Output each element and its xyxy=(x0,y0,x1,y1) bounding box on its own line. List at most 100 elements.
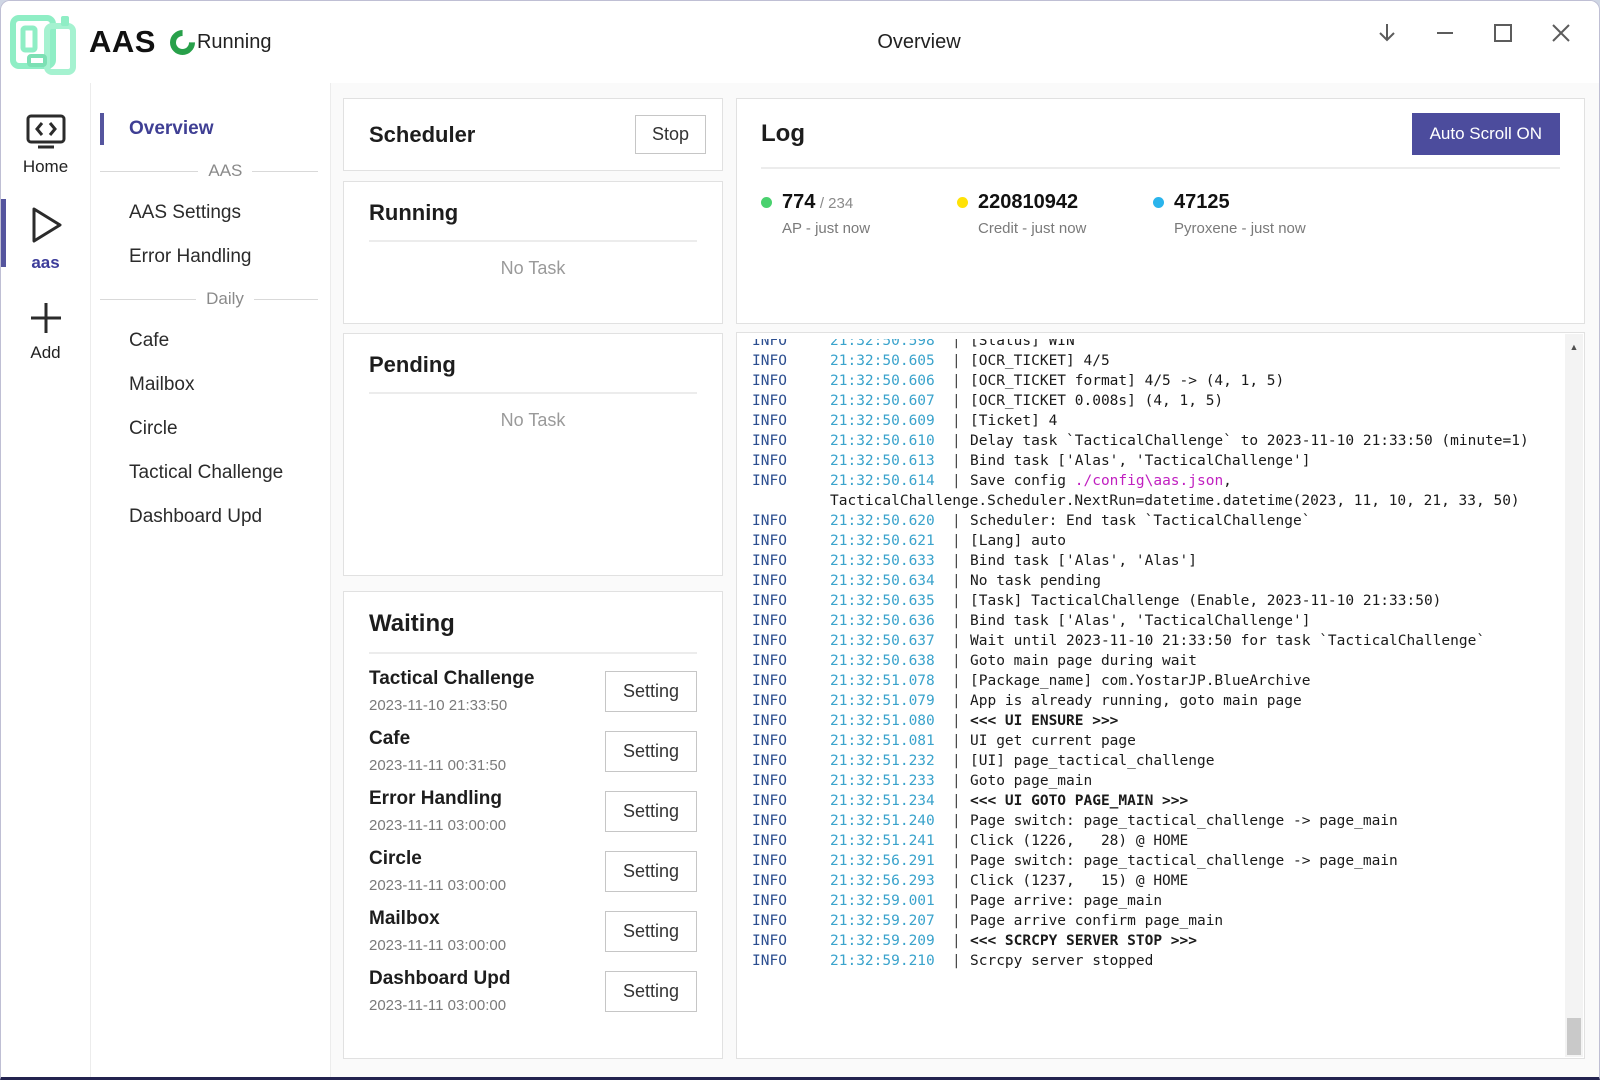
log-line: INFO21:32:51.233|Goto page_main xyxy=(752,771,1556,791)
nav-item-label: Tactical Challenge xyxy=(129,462,283,483)
log-separator: | xyxy=(952,611,970,631)
log-card: Log Auto Scroll ON 774 / 234 AP - just n… xyxy=(736,98,1585,324)
log-timestamp: 21:32:51.080 xyxy=(830,711,952,731)
log-level: INFO xyxy=(752,391,830,411)
log-level: INFO xyxy=(752,431,830,451)
log-level: INFO xyxy=(752,411,830,431)
rail-item-home[interactable]: Home xyxy=(1,101,90,191)
log-message: Goto main page during wait xyxy=(970,653,1197,669)
log-scrollbar[interactable]: ▲ xyxy=(1565,334,1583,1057)
page-title: Overview xyxy=(877,31,960,54)
log-message: [Status] WIN xyxy=(970,339,1075,349)
log-message: [Package_name] com.YostarJP.BlueArchive xyxy=(970,673,1310,689)
nav-item-circle[interactable]: Circle xyxy=(91,407,330,451)
log-message: Scrcpy server stopped xyxy=(970,953,1153,969)
log-line: INFO21:32:50.614|Save config ./config\aa… xyxy=(752,471,1556,511)
app-window: AAS Running Overview xyxy=(0,0,1600,1080)
waiting-task-next-run: 2023-11-11 03:00:00 xyxy=(369,877,506,894)
log-separator: | xyxy=(952,431,970,451)
log-timestamp: 21:32:51.233 xyxy=(830,771,952,791)
task-setting-button[interactable]: Setting xyxy=(605,851,697,892)
scheduler-stop-button[interactable]: Stop xyxy=(635,115,706,154)
log-timestamp: 21:32:59.207 xyxy=(830,911,952,931)
log-level: INFO xyxy=(752,771,830,791)
log-separator: | xyxy=(952,831,970,851)
log-message: Delay task `TacticalChallenge` to 2023-1… xyxy=(970,433,1529,449)
close-button[interactable] xyxy=(1541,15,1581,51)
log-timestamp: 21:32:50.598 xyxy=(830,339,952,351)
rail-item-add[interactable]: Add xyxy=(1,287,90,377)
log-timestamp: 21:32:51.240 xyxy=(830,811,952,831)
log-separator: | xyxy=(952,339,970,351)
scrollbar-thumb[interactable] xyxy=(1567,1018,1581,1055)
log-timestamp: 21:32:50.638 xyxy=(830,651,952,671)
log-separator: | xyxy=(952,371,970,391)
down-arrow-icon xyxy=(1375,21,1399,45)
waiting-task-row: Cafe 2023-11-11 00:31:50 Setting xyxy=(369,728,697,774)
divider xyxy=(761,167,1560,169)
stat-dot-icon xyxy=(761,197,772,208)
log-timestamp: 21:32:50.621 xyxy=(830,531,952,551)
log-message: [OCR_TICKET 0.008s] (4, 1, 5) xyxy=(970,393,1223,409)
log-separator: | xyxy=(952,631,970,651)
log-level: INFO xyxy=(752,651,830,671)
log-separator: | xyxy=(952,551,970,571)
log-message: Page switch: page_tactical_challenge -> … xyxy=(970,813,1398,829)
log-timestamp: 21:32:51.234 xyxy=(830,791,952,811)
log-line: INFO21:32:50.605|[OCR_TICKET] 4/5 xyxy=(752,351,1556,371)
task-setting-button[interactable]: Setting xyxy=(605,791,697,832)
nav-item-dashboard-upd[interactable]: Dashboard Upd xyxy=(91,495,330,539)
log-timestamp: 21:32:50.606 xyxy=(830,371,952,391)
log-message: Bind task ['Alas', 'Alas'] xyxy=(970,553,1197,569)
log-timestamp: 21:32:59.210 xyxy=(830,951,952,971)
maximize-button[interactable] xyxy=(1483,15,1523,51)
task-setting-button[interactable]: Setting xyxy=(605,971,697,1012)
play-icon xyxy=(26,203,66,247)
waiting-task-info: Cafe 2023-11-11 00:31:50 xyxy=(369,728,506,774)
log-line: INFO21:32:51.232|[UI] page_tactical_chal… xyxy=(752,751,1556,771)
log-timestamp: 21:32:51.241 xyxy=(830,831,952,851)
nav-item-overview[interactable]: Overview xyxy=(91,107,330,151)
log-level: INFO xyxy=(752,951,830,971)
nav-item-tactical-challenge[interactable]: Tactical Challenge xyxy=(91,451,330,495)
auto-scroll-toggle-button[interactable]: Auto Scroll ON xyxy=(1412,113,1560,155)
rail-item-label: Add xyxy=(30,343,60,363)
task-setting-button[interactable]: Setting xyxy=(605,731,697,772)
running-title: Running xyxy=(369,200,458,225)
task-setting-button[interactable]: Setting xyxy=(605,671,697,712)
log-separator: | xyxy=(952,811,970,831)
rail-item-aas[interactable]: aas xyxy=(1,191,90,287)
log-message: Page switch: page_tactical_challenge -> … xyxy=(970,853,1398,869)
app-name: AAS xyxy=(89,24,156,60)
minimize-icon xyxy=(1434,22,1456,44)
log-line: INFO21:32:51.241|Click (1226, 28) @ HOME xyxy=(752,831,1556,851)
waiting-task-next-run: 2023-11-11 03:00:00 xyxy=(369,817,506,834)
log-scroll-area: INFO21:32:50.598|[Status] WIN INFO21:32:… xyxy=(752,339,1556,1054)
log-line: INFO21:32:56.291|Page switch: page_tacti… xyxy=(752,851,1556,871)
divider xyxy=(369,652,697,654)
log-level: INFO xyxy=(752,811,830,831)
close-icon xyxy=(1550,22,1572,44)
log-level: INFO xyxy=(752,551,830,571)
nav-item-aas-settings[interactable]: AAS Settings xyxy=(91,191,330,235)
nav-item-label: Mailbox xyxy=(129,374,194,395)
minimize-button[interactable] xyxy=(1425,15,1465,51)
waiting-task-name: Tactical Challenge xyxy=(369,668,534,690)
hide-window-button[interactable] xyxy=(1367,15,1407,51)
log-line: INFO21:32:50.635|[Task] TacticalChalleng… xyxy=(752,591,1556,611)
nav-item-error-handling[interactable]: Error Handling xyxy=(91,235,330,279)
waiting-title: Waiting xyxy=(369,610,455,637)
waiting-task-info: Dashboard Upd 2023-11-11 03:00:00 xyxy=(369,968,510,1014)
task-setting-button[interactable]: Setting xyxy=(605,911,697,952)
nav-item-cafe[interactable]: Cafe xyxy=(91,319,330,363)
log-timestamp: 21:32:56.291 xyxy=(830,851,952,871)
home-code-monitor-icon xyxy=(25,113,67,151)
scrollbar-up-arrow-icon[interactable]: ▲ xyxy=(1565,342,1583,352)
log-level: INFO xyxy=(752,371,830,391)
log-line: INFO21:32:50.636|Bind task ['Alas', 'Tac… xyxy=(752,611,1556,631)
log-separator: | xyxy=(952,911,970,931)
log-separator: | xyxy=(952,651,970,671)
nav-item-mailbox[interactable]: Mailbox xyxy=(91,363,330,407)
log-level: INFO xyxy=(752,451,830,471)
log-line: INFO21:32:50.598|[Status] WIN xyxy=(752,339,1556,351)
